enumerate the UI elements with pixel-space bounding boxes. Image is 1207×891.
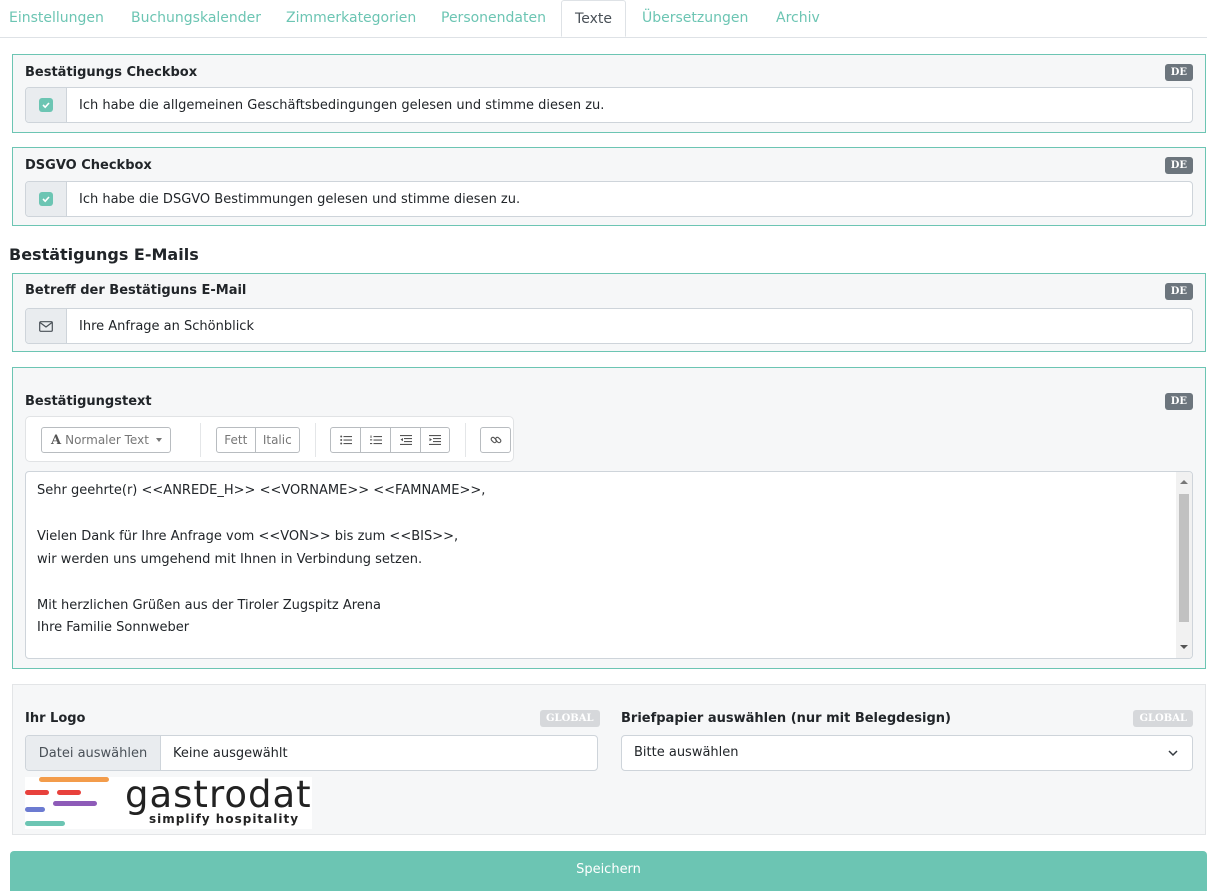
- logo-preview: gastrodat simplify hospitality: [25, 773, 312, 829]
- tab-einstellungen[interactable]: Einstellungen: [9, 0, 104, 36]
- language-badge: DE: [1164, 64, 1193, 81]
- tab-texte[interactable]: Texte: [561, 0, 626, 37]
- scrollbar-thumb[interactable]: [1179, 494, 1189, 622]
- dsgvo-checkbox-panel: DSGVO Checkbox DE Ich habe die DSGVO Bes…: [12, 147, 1206, 226]
- numbered-list-button[interactable]: [361, 428, 392, 452]
- checkbox-checked-icon[interactable]: [39, 192, 53, 206]
- brand-name: gastrodat: [125, 773, 312, 816]
- body-text-editor[interactable]: Sehr geehrte(r) <<ANREDE_H>> <<VORNAME>>…: [25, 471, 1193, 659]
- letterhead-label: Briefpapier auswählen (nur mit Belegdesi…: [621, 711, 951, 726]
- section-heading: Bestätigungs E-Mails: [9, 245, 199, 264]
- tab-personendaten[interactable]: Personendaten: [441, 0, 546, 36]
- bold-button[interactable]: Fett: [217, 428, 256, 452]
- text-style-label: Normaler Text: [65, 433, 149, 447]
- scroll-up-icon[interactable]: [1180, 480, 1188, 484]
- bullet-list-icon: [339, 435, 352, 445]
- subject-field: Ihre Anfrage an Schönblick: [25, 308, 1193, 344]
- language-badge: DE: [1164, 393, 1193, 410]
- brand-tagline: simplify hospitality: [149, 812, 300, 826]
- subject-input[interactable]: Ihre Anfrage an Schönblick: [67, 309, 1192, 343]
- panel-title: Betreff der Bestätiguns E-Mail: [25, 283, 247, 298]
- link-icon: [490, 436, 501, 444]
- panel-title: Bestätigungs Checkbox: [25, 65, 198, 80]
- tab-uebersetzungen[interactable]: Übersetzungen: [642, 0, 748, 36]
- checkbox-checked-icon[interactable]: [39, 98, 53, 112]
- letterhead-select[interactable]: Bitte auswählen: [621, 735, 1193, 771]
- indent-icon: [428, 435, 441, 445]
- logo-file-input[interactable]: Datei auswählen Keine ausgewählt: [25, 735, 598, 771]
- confirm-checkbox-field: Ich habe die allgemeinen Geschäftsbeding…: [25, 87, 1193, 123]
- logo-label: Ihr Logo: [25, 711, 86, 726]
- subject-panel: Betreff der Bestätiguns E-Mail DE Ihre A…: [12, 273, 1206, 352]
- checkbox-addon[interactable]: [26, 182, 67, 216]
- scroll-down-icon[interactable]: [1180, 645, 1188, 649]
- panel-title: Bestätigungstext: [25, 394, 152, 409]
- envelope-icon: [39, 320, 53, 332]
- editor-line: Ihre Familie Sonnweber: [37, 620, 190, 635]
- tab-buchungskalender[interactable]: Buchungskalender: [131, 0, 261, 36]
- dsgvo-checkbox-field: Ich habe die DSGVO Bestimmungen gelesen …: [25, 181, 1193, 217]
- editor-line: Mit herzlichen Grüßen aus der Tiroler Zu…: [37, 598, 381, 613]
- toolbar-divider: [200, 423, 201, 457]
- toolbar-divider: [465, 423, 466, 457]
- toolbar-divider: [315, 423, 316, 457]
- choose-file-button[interactable]: Datei auswählen: [26, 736, 161, 770]
- italic-button[interactable]: Italic: [256, 428, 299, 452]
- text-style-dropdown[interactable]: A Normaler Text: [41, 427, 171, 453]
- format-group: Fett Italic: [216, 427, 300, 453]
- file-name-text: Keine ausgewählt: [173, 745, 288, 761]
- outdent-button[interactable]: [391, 428, 421, 452]
- caret-down-icon: [155, 438, 162, 442]
- numbered-list-icon: [369, 435, 382, 445]
- letterhead-select-value: Bitte auswählen: [634, 745, 739, 760]
- link-button[interactable]: [480, 427, 511, 453]
- panel-title: DSGVO Checkbox: [25, 158, 152, 173]
- logo-settings-panel: Ihr Logo GLOBAL Datei auswählen Keine au…: [12, 684, 1206, 835]
- editor-line: Vielen Dank für Ihre Anfrage vom <<VON>>…: [37, 529, 459, 544]
- confirm-checkbox-text-input[interactable]: Ich habe die allgemeinen Geschäftsbeding…: [67, 88, 1192, 122]
- outdent-icon: [399, 435, 412, 445]
- language-badge: DE: [1164, 283, 1193, 300]
- body-text-panel: Bestätigungstext DE A Normaler Text Fett…: [12, 367, 1206, 669]
- list-group: [330, 427, 450, 453]
- tab-zimmerkategorien[interactable]: Zimmerkategorien: [286, 0, 416, 36]
- chevron-down-icon: [1168, 750, 1178, 757]
- checkbox-addon[interactable]: [26, 88, 67, 122]
- editor-line: wir werden uns umgehend mit Ihnen in Ver…: [37, 552, 423, 567]
- tab-archiv[interactable]: Archiv: [776, 0, 820, 36]
- save-button[interactable]: Speichern: [10, 851, 1207, 891]
- bullet-list-button[interactable]: [331, 428, 362, 452]
- language-badge: DE: [1164, 157, 1193, 174]
- confirm-checkbox-panel: Bestätigungs Checkbox DE Ich habe die al…: [12, 54, 1206, 133]
- tab-bar: Einstellungen Buchungskalender Zimmerkat…: [0, 0, 1207, 38]
- global-badge: GLOBAL: [1133, 710, 1193, 727]
- editor-scrollbar[interactable]: [1176, 472, 1192, 658]
- envelope-addon: [26, 309, 67, 343]
- gastrodat-logo-mark-icon: [25, 777, 109, 826]
- indent-button[interactable]: [421, 428, 449, 452]
- dsgvo-checkbox-text-input[interactable]: Ich habe die DSGVO Bestimmungen gelesen …: [67, 182, 1192, 216]
- global-badge: GLOBAL: [540, 710, 600, 727]
- editor-line: Sehr geehrte(r) <<ANREDE_H>> <<VORNAME>>…: [37, 483, 486, 498]
- font-icon: A: [51, 432, 62, 448]
- editor-toolbar: A Normaler Text Fett Italic: [25, 416, 514, 462]
